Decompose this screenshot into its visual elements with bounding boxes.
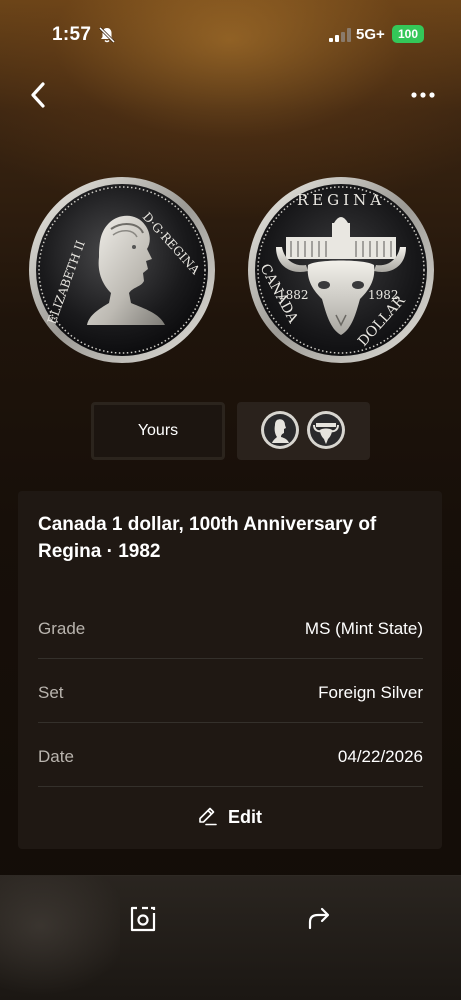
coin-details-card: Canada 1 dollar, 100th Anniversary of Re… [18,491,442,849]
tab-yours[interactable]: Yours [91,402,225,460]
back-button[interactable] [22,78,56,112]
bottom-toolbar [0,875,461,1000]
coin-obverse-image[interactable]: ELIZABETH II D·G·REGINA [27,175,217,365]
date-value: 04/22/2026 [337,747,423,766]
reverse-legend-top: REGINA [297,191,385,209]
more-horizontal-icon [411,92,435,98]
camera-frame-icon [130,906,156,932]
set-label: Set [38,683,64,702]
status-bar: 1:57 5G+ 100 [0,0,461,70]
detail-row-grade: Grade MS (Mint State) [38,595,423,659]
edit-label: Edit [228,807,262,827]
grade-value: MS (Mint State) [304,619,423,638]
coin-reverse-image[interactable]: REGINA 1882 1982 CANADA DOLLAR [246,175,436,365]
battery-indicator: 100 [392,25,424,43]
tab-reference-images[interactable] [237,402,370,460]
status-time: 1:57 [52,24,92,45]
coin-images: ELIZABETH II D·G·REGINA REGINA 1882 1982… [0,160,461,380]
detail-row-set: Set Foreign Silver [38,659,423,723]
network-type: 5G+ [356,26,385,43]
bell-muted-icon [98,26,116,44]
share-arrow-icon [308,907,330,930]
photo-button[interactable] [128,904,158,934]
cellular-signal-icon [329,28,351,42]
edit-button[interactable]: Edit [188,801,278,833]
set-value: Foreign Silver [318,683,423,702]
more-options-button[interactable] [404,80,442,110]
tab-yours-label: Yours [137,422,179,439]
share-button[interactable] [303,904,333,934]
detail-row-date: Date 04/22/2026 [38,723,423,787]
date-label: Date [38,747,74,766]
chevron-left-icon [31,82,45,108]
pencil-icon [199,807,217,826]
thumbnail-obverse [261,411,299,449]
coin-title: Canada 1 dollar, 100th Anniversary of Re… [38,514,377,562]
thumbnail-reverse [307,411,345,449]
grade-label: Grade [38,619,86,638]
